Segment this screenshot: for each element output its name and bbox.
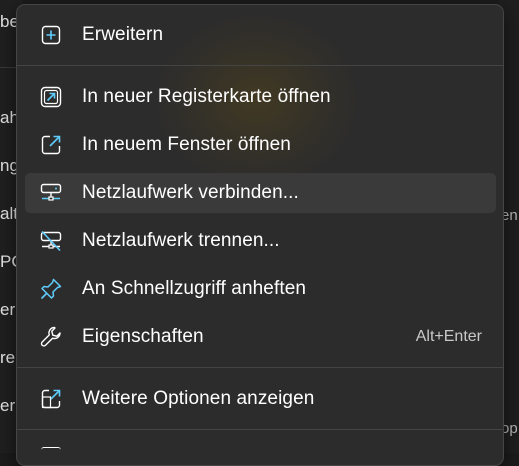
menu-item-label: In neuer Registerkarte öffnen <box>82 86 331 107</box>
menu-item-pin-quick-access[interactable]: An Schnellzugriff anheften <box>25 269 496 309</box>
menu-item-properties[interactable]: Eigenschaften Alt+Enter <box>25 317 496 357</box>
menu-item-label: Erweitern <box>82 24 164 45</box>
map-network-drive-icon <box>39 181 63 205</box>
expand-plus-icon <box>39 23 63 47</box>
more-options-icon <box>39 387 63 411</box>
menu-item-label: Netzlaufwerk verbinden... <box>82 182 299 203</box>
menu-item-more-options[interactable]: Weitere Optionen anzeigen <box>25 379 496 419</box>
menu-item-label: Eigenschaften <box>82 326 204 347</box>
wrench-icon <box>39 325 63 349</box>
keyboard-shortcut: Alt+Enter <box>415 328 482 345</box>
open-new-window-icon <box>39 133 63 157</box>
menu-separator <box>17 367 503 368</box>
menu-item-map-network-drive[interactable]: Netzlaufwerk verbinden... <box>25 173 496 213</box>
menu-item-label: Weitere Optionen anzeigen <box>82 388 315 409</box>
menu-item-disconnect-network-drive[interactable]: Netzlaufwerk trennen... <box>25 221 496 261</box>
context-menu: Erweitern In neuer Registerkarte öffnen … <box>16 4 504 466</box>
pin-icon <box>39 277 63 301</box>
menu-item-open-new-tab[interactable]: In neuer Registerkarte öffnen <box>25 77 496 117</box>
menu-separator <box>17 429 503 430</box>
menu-item-expand[interactable]: Erweitern <box>25 15 496 55</box>
disconnect-network-drive-icon <box>39 229 63 253</box>
menu-separator <box>17 65 503 66</box>
background-text: er <box>0 300 16 319</box>
menu-item-label: Netzlaufwerk trennen... <box>82 230 280 251</box>
open-new-tab-icon <box>39 85 63 109</box>
menu-item-open-new-window[interactable]: In neuem Fenster öffnen <box>25 125 496 165</box>
menu-item-label: An Schnellzugriff anheften <box>82 278 307 299</box>
menu-item-label: In neuem Fenster öffnen <box>82 134 291 155</box>
